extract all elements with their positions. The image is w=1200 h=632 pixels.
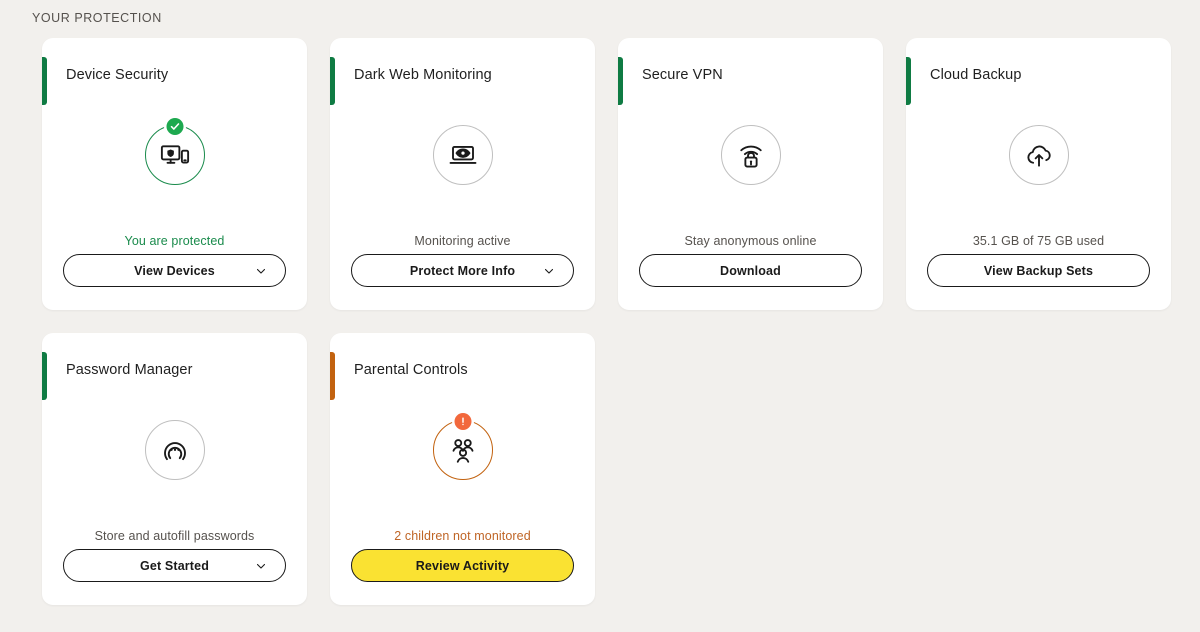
card-accent-bar (42, 57, 47, 105)
card-icon-area (906, 125, 1171, 185)
chevron-down-icon (543, 265, 555, 277)
card-status-text: Monitoring active (414, 234, 511, 248)
card-action-button-label: Get Started (139, 558, 210, 573)
protection-card: Device Security You are protected View Dev… (42, 38, 307, 310)
card-action-button-label: View Devices (134, 263, 215, 278)
protection-card: Cloud Backup 35.1 GB of 75 GB used View Ba… (906, 38, 1171, 310)
card-accent-bar (906, 57, 911, 105)
card-accent-bar (330, 57, 335, 105)
card-action-button[interactable]: View Backup Sets (927, 254, 1150, 287)
card-action-button[interactable]: Get Started (63, 549, 286, 582)
card-status-text: Store and autofill passwords (94, 529, 255, 543)
card-status-text: 35.1 GB of 75 GB used (972, 234, 1105, 248)
cloud-upload-icon (1008, 125, 1069, 185)
card-icon-area (330, 413, 595, 480)
protection-card: Dark Web Monitoring Monitoring active Prot… (330, 38, 595, 310)
card-accent-bar (42, 352, 47, 400)
card-action-button-label: Protect More Info (409, 263, 516, 278)
card-title: Password Manager (66, 362, 193, 378)
card-title: Cloud Backup (930, 67, 1022, 83)
wifi-lock-icon (720, 125, 781, 185)
card-title: Parental Controls (354, 362, 468, 378)
card-action-button[interactable]: View Devices (63, 254, 286, 287)
chevron-down-icon (255, 265, 267, 277)
alert-badge-icon (454, 413, 471, 430)
device-shield-icon (144, 118, 205, 185)
card-title: Dark Web Monitoring (354, 67, 492, 83)
card-accent-bar (330, 352, 335, 400)
card-status-text: You are protected (124, 234, 225, 248)
card-action-button-label: Download (720, 263, 781, 278)
card-title: Device Security (66, 67, 169, 83)
family-people-icon (432, 413, 493, 480)
protection-cards-grid: Device Security You are protected View Dev… (42, 38, 1172, 605)
check-badge-icon (166, 118, 183, 135)
protection-dashboard: YOUR PROTECTION Device Security You are p… (0, 0, 1200, 632)
card-icon-area (42, 420, 307, 480)
card-icon-area (618, 125, 883, 185)
card-action-button-label: View Backup Sets (983, 263, 1094, 278)
card-action-button[interactable]: Review Activity (351, 549, 574, 582)
page-title: YOUR PROTECTION (32, 11, 162, 25)
protection-card: Parental Controls 2 children not monitore… (330, 333, 595, 605)
laptop-eye-icon (432, 125, 493, 185)
chevron-down-icon (255, 560, 267, 572)
card-action-button-label: Review Activity (415, 558, 510, 573)
card-accent-bar (618, 57, 623, 105)
card-action-button[interactable]: Protect More Info (351, 254, 574, 287)
card-action-button[interactable]: Download (639, 254, 862, 287)
password-vault-icon (144, 420, 205, 480)
card-icon-area (330, 125, 595, 185)
card-title: Secure VPN (642, 67, 723, 83)
card-status-text: 2 children not monitored (394, 529, 531, 543)
card-icon-area (42, 118, 307, 185)
card-status-text: Stay anonymous online (684, 234, 817, 248)
protection-card: Password Manager Store and autofill passw… (42, 333, 307, 605)
protection-card: Secure VPN Stay anonymous online Download (618, 38, 883, 310)
